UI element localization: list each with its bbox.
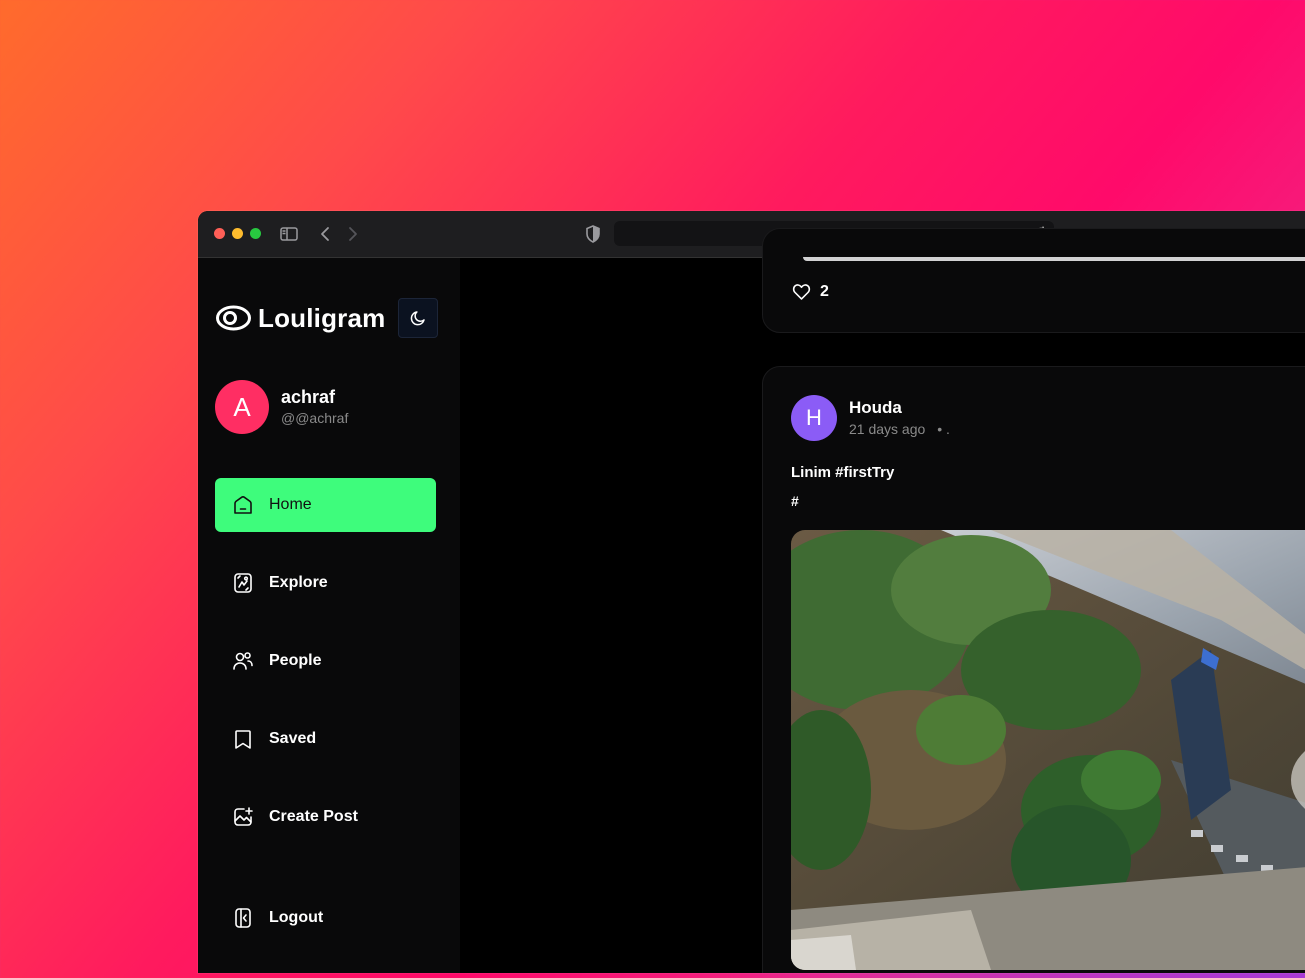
explore-icon — [234, 573, 252, 593]
back-icon[interactable] — [318, 224, 332, 244]
nav-item-explore[interactable]: Explore — [215, 556, 436, 610]
theme-toggle-button[interactable] — [398, 298, 438, 338]
post-card: H Houda 21 days ago • . Linim #firstTry … — [762, 366, 1305, 973]
logout-button[interactable]: Logout — [215, 891, 436, 945]
browser-window: Louligram A achraf @@achraf Home Explore… — [198, 211, 1305, 973]
user-avatar: A — [215, 380, 269, 434]
author-avatar[interactable]: H — [791, 395, 837, 441]
sidebar-toggle-icon[interactable] — [279, 224, 299, 244]
bookmark-icon — [235, 730, 251, 749]
like-count: 2 — [820, 282, 829, 300]
nav-label-create-post: Create Post — [269, 808, 358, 825]
like-button[interactable]: 2 — [791, 281, 829, 302]
close-window-button[interactable] — [214, 228, 225, 239]
heart-icon — [792, 284, 811, 300]
forward-icon[interactable] — [346, 224, 360, 244]
author-name[interactable]: Houda — [849, 397, 950, 419]
left-sidebar: Louligram A achraf @@achraf Home Explore… — [198, 258, 460, 973]
nav-item-saved[interactable]: Saved — [215, 712, 436, 766]
nav-label-home: Home — [269, 496, 312, 513]
main-nav: Home Explore People Saved Create Post — [215, 478, 436, 868]
eye-logo-icon — [216, 305, 251, 331]
meta-separator: • — [937, 421, 943, 437]
nav-item-create-post[interactable]: Create Post — [215, 790, 436, 844]
user-profile[interactable]: A achraf @@achraf — [215, 380, 348, 434]
app-name: Louligram — [258, 302, 386, 333]
user-handle: @@achraf — [281, 410, 349, 426]
privacy-shield-icon[interactable] — [585, 224, 601, 244]
logout-icon — [235, 908, 251, 928]
logout-label: Logout — [269, 909, 324, 926]
app-content: Louligram A achraf @@achraf Home Explore… — [198, 228, 1305, 973]
home-icon — [234, 496, 252, 514]
previous-post-card: 2 — [762, 228, 1305, 333]
create-post-icon — [234, 807, 253, 826]
nav-label-saved: Saved — [269, 730, 317, 747]
maximize-window-button[interactable] — [250, 228, 261, 239]
post-image[interactable] — [791, 530, 1305, 970]
post-tags: # — [791, 493, 799, 509]
nav-label-explore: Explore — [269, 574, 328, 591]
post-time: 21 days ago — [849, 421, 926, 437]
post-photo-illustration — [791, 530, 1305, 970]
previous-post-photo — [803, 257, 1305, 261]
nav-item-people[interactable]: People — [215, 634, 436, 688]
logout-area: Logout — [215, 891, 436, 969]
nav-item-home[interactable]: Home — [215, 478, 436, 532]
minimize-window-button[interactable] — [232, 228, 243, 239]
app-logo[interactable]: Louligram — [215, 298, 385, 338]
people-icon — [233, 652, 253, 670]
post-caption: Linim #firstTry — [791, 464, 895, 481]
moon-icon — [410, 311, 425, 326]
post-header: H Houda 21 days ago • . — [791, 395, 950, 441]
user-name: achraf — [281, 387, 336, 407]
post-location: . — [945, 421, 950, 437]
nav-label-people: People — [269, 652, 322, 669]
